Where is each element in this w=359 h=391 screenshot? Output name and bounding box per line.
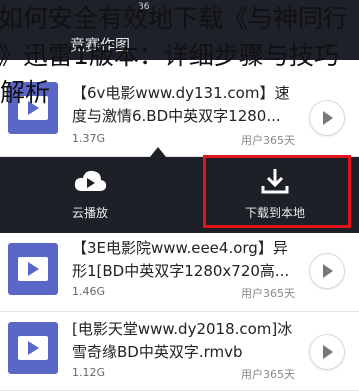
video-thumbnail — [8, 243, 58, 295]
item-source: 用户365天 — [241, 368, 295, 381]
list-item[interactable]: [电影天堂www.dy2018.com]冰雪奇缘BD中英双字.rmvb 1.12… — [0, 312, 359, 391]
caption-line-3: 解析 — [0, 78, 51, 107]
caption-line-1: 如何安全有效地下载《与神同行 — [0, 4, 349, 33]
list-item[interactable]: 【3E电影院www.eee4.org】异形1[BD中英双字1280x720高..… — [0, 233, 359, 312]
menu-pointer — [150, 147, 166, 157]
cloud-play-icon — [73, 167, 107, 199]
item-size: 1.12G — [72, 366, 106, 379]
cloud-play-label: 云播放 — [71, 206, 108, 220]
item-title: [电影天堂www.dy2018.com]冰雪奇缘BD中英双字.rmvb — [72, 320, 293, 361]
video-file-icon — [18, 336, 48, 360]
video-file-icon — [18, 257, 48, 281]
item-size: 1.37G — [72, 132, 106, 145]
video-thumbnail — [8, 322, 58, 374]
item-source: 用户365天 — [241, 134, 295, 147]
play-button[interactable] — [309, 253, 345, 289]
play-button[interactable] — [309, 334, 345, 370]
caption-line-2: 》迅雷1版本：详细步骤与技巧 — [0, 41, 339, 70]
item-size: 1.46G — [72, 285, 106, 298]
item-title: 【3E电影院www.eee4.org】异形1[BD中英双字1280x720高..… — [72, 239, 290, 280]
highlight-box — [203, 155, 351, 228]
overlay-caption: 如何安全有效地下载《与神同行 》迅雷1版本：详细步骤与技巧 解析 — [0, 0, 359, 111]
item-source: 用户365天 — [241, 287, 295, 300]
cloud-play-button[interactable]: 云播放 — [20, 157, 160, 233]
